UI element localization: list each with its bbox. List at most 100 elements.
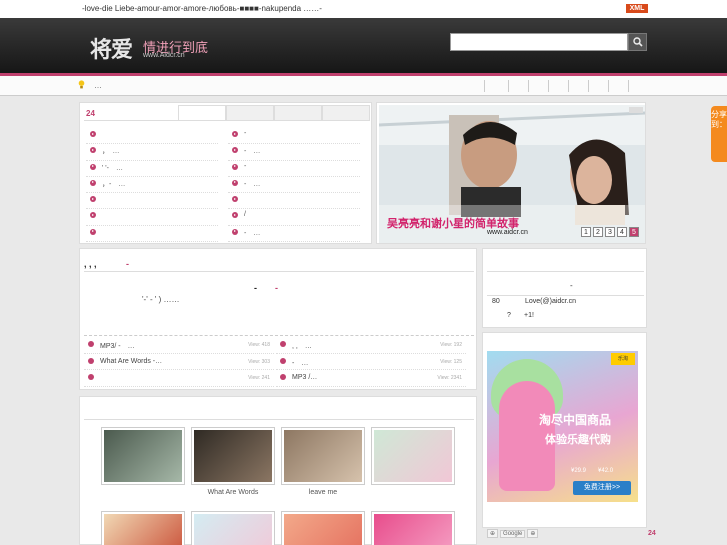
nav-item-3[interactable] [528, 80, 529, 92]
side-bottom-label: 24 [648, 530, 656, 537]
slideshow-image[interactable]: 吴亮亮和谢小星的简单故事 www.aidcr.cn 12345 [379, 105, 645, 243]
list-item[interactable]: ，- … [86, 177, 218, 194]
article-body: '-' - ' ) …… [142, 295, 180, 304]
news-item[interactable]: What Are Words -… View: 303 [84, 354, 274, 370]
video-thumb-1[interactable] [101, 427, 185, 485]
video-gallery: What Are Words leave me [79, 396, 477, 545]
slide-dot-4[interactable]: 4 [617, 227, 627, 237]
tab-1[interactable] [178, 105, 226, 121]
article-subtitle: - - [254, 283, 279, 293]
hot-list-panel: 24 ， … ' '- … ，- … - - … - - … / - … [79, 102, 372, 244]
engine-badge[interactable]: ⊕ [527, 529, 539, 538]
tab-2[interactable] [226, 105, 274, 121]
arrow-bullet-icon [90, 212, 96, 219]
ad-brand-badge: 乐淘 [611, 353, 635, 365]
ad-marker [629, 107, 643, 113]
arrow-bullet-icon [232, 147, 238, 154]
slide-dot-5[interactable]: 5 [629, 227, 639, 237]
video-thumb-2[interactable] [191, 427, 275, 485]
arrow-bullet-icon [232, 179, 238, 186]
arrow-bullet-icon [88, 374, 94, 380]
arrow-bullet-icon [88, 341, 94, 347]
site-logo[interactable]: 将爱 [90, 32, 133, 64]
arrow-bullet-icon [232, 163, 238, 170]
thumb-image [104, 430, 182, 482]
list-item[interactable] [228, 193, 360, 210]
list-item[interactable] [86, 226, 218, 243]
arrow-bullet-icon [232, 212, 238, 219]
list-item[interactable]: - … [228, 226, 360, 243]
nav-item-1[interactable] [484, 80, 485, 92]
ad-banner[interactable]: 淘尽中国商品 体验乐趣代购 ¥29.9 ¥42.0 免费注册>> 乐淘 [487, 351, 638, 502]
video-thumb-4[interactable] [371, 427, 455, 485]
lightbulb-icon [78, 80, 85, 89]
hot-list-left: ， … ' '- … ，- … [86, 128, 218, 243]
video-thumb-7[interactable] [281, 511, 365, 545]
nav-bar: … [0, 76, 727, 96]
video-thumb-6[interactable] [191, 511, 275, 545]
article-title[interactable]: , , , - [84, 257, 129, 270]
list-item[interactable]: - … [228, 144, 360, 161]
list-item[interactable]: / [228, 209, 360, 226]
thumb-image [374, 514, 452, 545]
side-note-2: +1! [524, 312, 534, 319]
thumb-image [194, 514, 272, 545]
video-thumb-8[interactable] [371, 511, 455, 545]
site-header: 将爱 情进行到底 www.Aidcr.cn [0, 18, 727, 73]
thumb-image [194, 430, 272, 482]
site-logo-url: www.Aidcr.cn [143, 52, 185, 59]
engine-badge[interactable]: ⊕ [487, 529, 499, 538]
list-item[interactable]: - … [228, 177, 360, 194]
list-item[interactable] [86, 128, 218, 145]
nav-item-4[interactable] [548, 80, 549, 92]
ad-register-button[interactable]: 免费注册>> [573, 481, 631, 495]
share-button[interactable]: 分享到： [711, 106, 727, 162]
slide-dot-2[interactable]: 2 [593, 227, 603, 237]
video-thumb-5[interactable] [101, 511, 185, 545]
nav-item-5[interactable] [568, 80, 569, 92]
contact-email[interactable]: Love(@)aidcr.cn [525, 298, 576, 305]
search-engine-badges: ⊕ Google ⊕ [487, 529, 540, 538]
news-item[interactable]: , , … View: 192 [276, 337, 466, 354]
slideshow-pager: 12345 [579, 227, 639, 237]
news-item[interactable]: View: 241 [84, 370, 274, 387]
thumb-label-3[interactable]: leave me [278, 489, 368, 496]
tab-3[interactable] [274, 105, 322, 121]
side-divider [487, 271, 644, 272]
hot-tabs [178, 105, 370, 121]
news-item[interactable]: MP3 /… View: 2341 [276, 370, 466, 387]
nav-item-2[interactable] [508, 80, 509, 92]
google-badge[interactable]: Google [500, 530, 526, 538]
xml-feed-button[interactable]: XML [626, 4, 648, 13]
tab-4[interactable] [322, 105, 370, 121]
search-button[interactable] [628, 33, 647, 51]
ad-headline: 淘尽中国商品 [539, 413, 612, 427]
nav-item-8[interactable] [628, 80, 629, 92]
slide-dot-1[interactable]: 1 [581, 227, 591, 237]
search-input[interactable] [450, 33, 628, 51]
side-note-1: ? [507, 312, 511, 319]
list-item[interactable]: - [228, 128, 360, 145]
arrow-bullet-icon [88, 357, 94, 364]
nav-item-7[interactable] [608, 80, 609, 92]
list-item[interactable] [86, 209, 218, 226]
list-item[interactable]: ' '- … [86, 161, 218, 177]
list-item[interactable]: - [228, 161, 360, 177]
nav-item-6[interactable] [588, 80, 589, 92]
thumb-label-2[interactable]: What Are Words [188, 489, 278, 496]
news-item[interactable]: MP3/ - … View: 418 [84, 337, 274, 354]
arrow-bullet-icon [280, 341, 286, 347]
thumb-image [374, 430, 452, 482]
arrow-bullet-icon [232, 196, 238, 203]
hot-divider [84, 120, 370, 121]
arrow-bullet-icon [232, 228, 238, 235]
list-item[interactable]: ， … [86, 144, 218, 161]
arrow-bullet-icon [90, 196, 96, 203]
thumb-image [284, 430, 362, 482]
video-thumb-3[interactable] [281, 427, 365, 485]
news-item[interactable]: - … View: 125 [276, 354, 466, 370]
arrow-bullet-icon [90, 131, 96, 137]
slide-dot-3[interactable]: 3 [605, 227, 615, 237]
list-item[interactable] [86, 193, 218, 210]
article-divider [84, 271, 474, 272]
